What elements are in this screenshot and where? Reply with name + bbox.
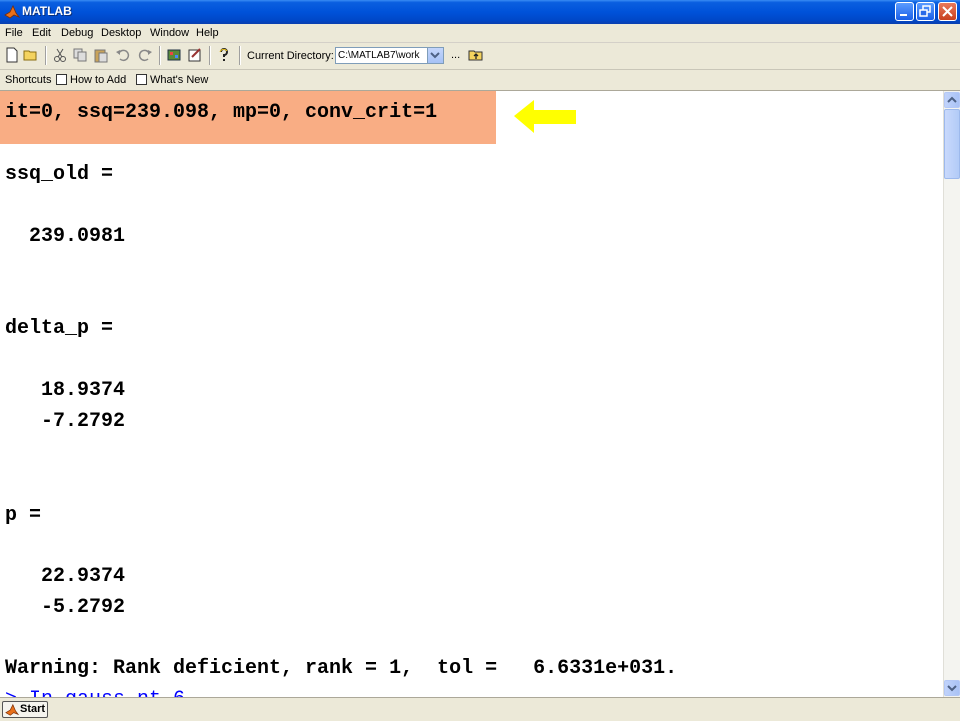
matlab-logo-icon [5,703,19,716]
menu-desktop[interactable]: Desktop [101,27,141,39]
chevron-up-icon [947,96,957,103]
command-window[interactable]: it=0, ssq=239.098, mp=0, conv_crit=1 ssq… [0,91,943,697]
open-folder-icon[interactable] [23,47,39,63]
yellow-arrow-icon [514,100,576,133]
scroll-up-button[interactable] [944,92,960,108]
menu-window[interactable]: Window [150,27,189,39]
browse-button[interactable]: ... [451,49,460,61]
scroll-down-button[interactable] [944,680,960,696]
restore-button[interactable] [916,2,935,21]
window-title: MATLAB [22,4,72,18]
output-line: it=0, ssq=239.098, mp=0, conv_crit=1 [5,101,438,124]
shortcuts-bar: Shortcuts How to Add What's New [0,70,960,91]
output-line: -5.2792 [5,596,126,619]
minimize-button[interactable] [895,2,914,21]
paste-icon[interactable] [93,47,109,63]
output-line: -7.2792 [5,410,126,433]
help-icon[interactable] [216,47,232,63]
guide-icon[interactable] [187,47,203,63]
toolbar-separator [239,46,241,65]
chevron-down-icon [947,685,957,692]
prompt-line: > In gauss_nt 6 [5,688,185,697]
close-button[interactable] [938,2,957,21]
copy-icon[interactable] [72,47,88,63]
output-line: 239.0981 [5,225,126,248]
status-bar: Start [0,697,960,721]
start-label: Start [20,703,46,715]
menu-debug[interactable]: Debug [61,27,93,39]
shortcut-icon [56,74,67,85]
warning-line: Warning: Rank deficient, rank = 1, tol =… [5,657,678,680]
shortcuts-label: Shortcuts [5,74,52,86]
dropdown-button[interactable] [427,48,443,63]
menu-help[interactable]: Help [196,27,219,39]
up-folder-icon[interactable] [468,47,484,63]
cut-icon[interactable] [52,47,68,63]
menu-file[interactable]: File [5,27,23,39]
matlab-logo-icon [4,5,20,19]
current-directory-select[interactable]: C:\MATLAB7\work [335,47,444,64]
toolbar-separator [159,46,161,65]
title-bar: MATLAB [0,0,960,24]
toolbar-separator [45,46,47,65]
redo-icon[interactable] [137,47,153,63]
minimize-icon [900,14,907,16]
output-line: 18.9374 [5,379,126,402]
output-line: p = [5,504,42,527]
start-button[interactable]: Start [2,701,48,718]
scroll-thumb[interactable] [944,109,960,179]
chevron-down-icon [430,52,440,59]
simulink-icon[interactable] [166,47,182,63]
vertical-scrollbar[interactable] [943,91,960,697]
shortcut-whats-new[interactable]: What's New [150,74,208,86]
menu-bar: File Edit Debug Desktop Window Help [0,24,960,43]
output-line: 22.9374 [5,565,126,588]
output-line: ssq_old = [5,163,114,186]
toolbar-separator [209,46,211,65]
close-icon [942,6,953,17]
current-directory-label: Current Directory: [247,50,334,62]
toolbar: Current Directory: C:\MATLAB7\work ... [0,43,960,70]
new-file-icon[interactable] [4,47,20,63]
current-directory-value: C:\MATLAB7\work [338,50,420,61]
restore-icon [919,5,931,17]
menu-edit[interactable]: Edit [32,27,51,39]
shortcut-icon [136,74,147,85]
shortcut-how-to-add[interactable]: How to Add [70,74,126,86]
undo-icon[interactable] [115,47,131,63]
output-line: delta_p = [5,317,114,340]
